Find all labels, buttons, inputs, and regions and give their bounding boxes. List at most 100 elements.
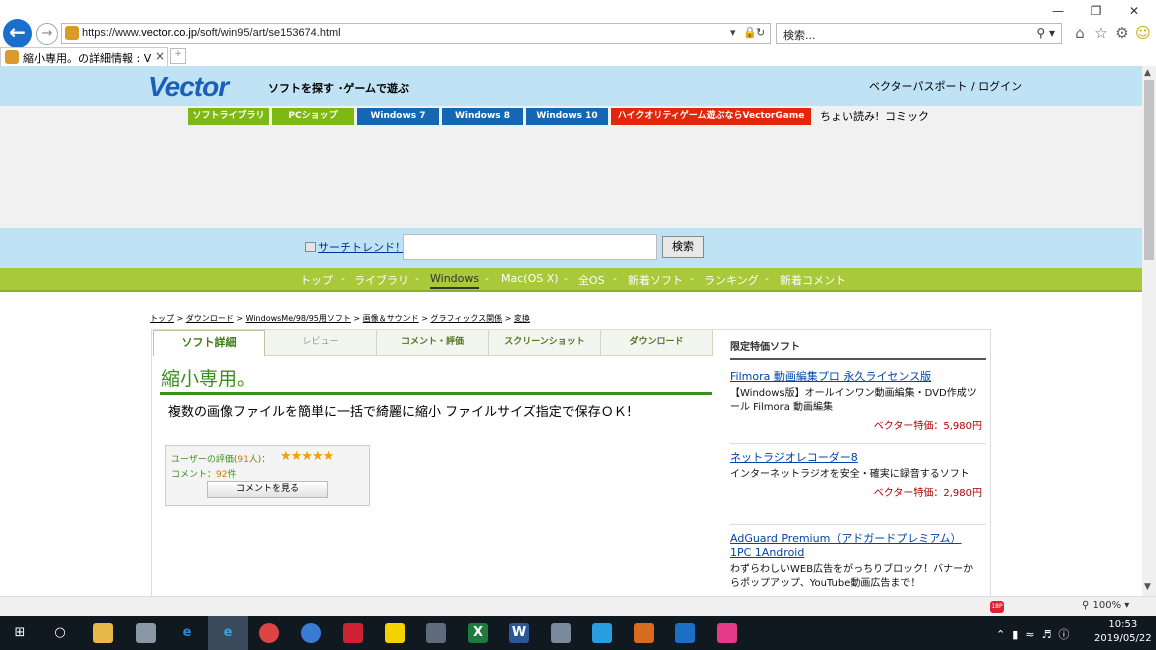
offer-title-link[interactable]: AdGuard Premium（アドガードプレミアム） 1PC 1Android bbox=[730, 532, 982, 560]
software-title: 縮小専用。 bbox=[161, 368, 257, 390]
tab-review[interactable]: レビュー bbox=[265, 330, 377, 356]
cortana-icon[interactable]: ○ bbox=[50, 623, 70, 643]
scrollbar-thumb[interactable] bbox=[1144, 80, 1154, 260]
zoom-level[interactable]: ⚲ 100% ▾ bbox=[1082, 600, 1129, 611]
gnav-item-new-soft[interactable]: 新着ソフト bbox=[628, 272, 683, 288]
search-icon[interactable]: ⚲ ▾ bbox=[1036, 26, 1055, 40]
view-comments-button[interactable]: コメントを見る bbox=[207, 481, 328, 498]
page-scrollbar[interactable]: ▲ ▼ bbox=[1142, 66, 1156, 596]
nav-button-pc-shop[interactable]: PCショップ bbox=[272, 108, 354, 125]
system-tray[interactable]: ⌃ ▮ ≈ ♬ ⓘ bbox=[996, 626, 1069, 642]
gnav-separator: - bbox=[341, 272, 345, 285]
news-app-icon[interactable] bbox=[592, 623, 612, 643]
breadcrumb-link[interactable]: ダウンロード bbox=[186, 314, 234, 323]
gnav-item-library[interactable]: ライブラリ bbox=[354, 272, 409, 288]
toolbox-app-icon[interactable] bbox=[634, 623, 654, 643]
comment-count-label: コメント：92件 bbox=[171, 470, 237, 480]
tab-favicon-icon bbox=[5, 50, 19, 64]
browser-tab[interactable]: 縮小専用。の詳細情報 : Vect... × bbox=[0, 47, 168, 66]
vector-logo[interactable]: Vector bbox=[148, 71, 229, 103]
gear-icon[interactable]: ⚙ bbox=[1113, 24, 1131, 42]
address-bar[interactable]: https://www.vector.co.jp/soft/win95/art/… bbox=[61, 23, 771, 44]
search-trend-link[interactable]: サーチトレンド！ bbox=[305, 239, 406, 255]
site-search-button[interactable]: 検索 bbox=[662, 236, 704, 258]
breadcrumb-link[interactable]: 画像＆サウンド bbox=[363, 314, 419, 323]
scroll-down-icon[interactable]: ▼ bbox=[1144, 582, 1151, 592]
offer-price: ベクター特価：2,980円 bbox=[873, 488, 982, 499]
restore-icon[interactable]: ❐ bbox=[1076, 2, 1116, 20]
breadcrumb-link[interactable]: 変換 bbox=[514, 314, 530, 323]
globe-app-icon[interactable] bbox=[301, 623, 321, 643]
site-search-input[interactable] bbox=[403, 234, 657, 260]
tab-soft-detail[interactable]: ソフト詳細 bbox=[153, 330, 265, 356]
address-dropdown-icon[interactable]: ▾ bbox=[730, 26, 736, 39]
close-window-icon[interactable]: ✕ bbox=[1114, 2, 1154, 20]
detail-tabs: ソフト詳細 レビュー コメント・評価 スクリーンショット ダウンロード bbox=[153, 330, 713, 356]
offer-title-link[interactable]: Filmora 動画編集プロ 永久ライセンス版 bbox=[730, 370, 982, 384]
forward-button[interactable]: → bbox=[36, 23, 58, 45]
nav-button-windows8[interactable]: Windows 8 bbox=[442, 108, 523, 125]
chrome-icon[interactable] bbox=[259, 623, 279, 643]
offer-item: ネットラジオレコーダー8 インターネットラジオを安全・確実に録音するソフト ベク… bbox=[730, 451, 982, 499]
tab-comment-rating[interactable]: コメント・評価 bbox=[377, 330, 489, 356]
sidebar-divider bbox=[730, 524, 986, 525]
status-bar: 18P ⚲ 100% ▾ bbox=[0, 596, 1156, 616]
nav-link-choiyomi[interactable]: ちょい読み! bbox=[820, 108, 879, 125]
tab-screenshot[interactable]: スクリーンショット bbox=[489, 330, 601, 356]
nav-button-soft-library[interactable]: ソフトライブラリ bbox=[188, 108, 269, 125]
nav-button-windows7[interactable]: Windows 7 bbox=[357, 108, 439, 125]
offer-title-link[interactable]: ネットラジオレコーダー8 bbox=[730, 451, 982, 465]
software-catchphrase: 複数の画像ファイルを簡単に一括で綺麗に縮小 ファイルサイズ指定で保存ＯＫ! bbox=[168, 405, 632, 420]
gnav-separator: - bbox=[485, 272, 489, 285]
internet-explorer-icon[interactable]: e bbox=[218, 623, 238, 643]
breadcrumb-link[interactable]: トップ bbox=[150, 314, 174, 323]
snip-app-icon[interactable] bbox=[717, 623, 737, 643]
word-icon[interactable]: W bbox=[509, 623, 529, 643]
gnav-item-new-comment[interactable]: 新着コメント bbox=[780, 272, 846, 288]
refresh-icon[interactable]: ↻ bbox=[756, 26, 765, 39]
gnav-item-ranking[interactable]: ランキング bbox=[704, 272, 759, 288]
smiley-icon[interactable]: ☺ bbox=[1134, 24, 1152, 42]
gnav-separator: - bbox=[765, 272, 769, 285]
file-explorer-icon[interactable] bbox=[93, 623, 113, 643]
offer-item: AdGuard Premium（アドガードプレミアム） 1PC 1Android… bbox=[730, 532, 982, 591]
photos-app-icon[interactable] bbox=[136, 623, 156, 643]
back-button[interactable]: ← bbox=[3, 19, 32, 48]
site-favicon-icon bbox=[65, 26, 79, 40]
login-link[interactable]: ベクターパスポート / ログイン bbox=[869, 78, 1022, 94]
gnav-item-windows[interactable]: Windows bbox=[430, 272, 480, 289]
home-icon[interactable]: ⌂ bbox=[1071, 24, 1089, 42]
browser-chrome: — ❐ ✕ ← → https://www.vector.co.jp/soft/… bbox=[0, 0, 1156, 66]
remote-desktop-icon[interactable] bbox=[675, 623, 695, 643]
minimize-icon[interactable]: — bbox=[1038, 2, 1078, 20]
gnav-item-all-os[interactable]: 全OS bbox=[578, 272, 605, 288]
star-icon[interactable]: ☆ bbox=[1092, 24, 1110, 42]
paint-palette-icon[interactable] bbox=[551, 623, 571, 643]
breadcrumb-link[interactable]: WindowsMe/98/95用ソフト bbox=[246, 314, 351, 323]
paint-app-icon[interactable] bbox=[343, 623, 363, 643]
sticky-notes-icon[interactable] bbox=[385, 623, 405, 643]
detail-panel: ソフト詳細 レビュー コメント・評価 スクリーンショット ダウンロード 縮小専用… bbox=[151, 329, 991, 596]
browser-search-input[interactable]: 検索... ⚲ ▾ bbox=[776, 23, 1062, 44]
excel-icon[interactable]: X bbox=[468, 623, 488, 643]
nav-link-comic[interactable]: コミック bbox=[885, 108, 929, 125]
special-offer-sidebar: 限定特価ソフト Filmora 動画編集プロ 永久ライセンス版 【Windows… bbox=[730, 338, 986, 589]
calculator-icon[interactable] bbox=[426, 623, 446, 643]
site-header: Vector ソフトを探す ･ゲームで遊ぶ ベクターパスポート / ログイン bbox=[0, 66, 1142, 106]
edge-icon[interactable]: e bbox=[177, 623, 197, 643]
gnav-item-mac[interactable]: Mac(OS X) bbox=[501, 272, 559, 285]
nav-button-windows10[interactable]: Windows 10 bbox=[526, 108, 608, 125]
nav-button-vectorgame[interactable]: ハイクオリティゲーム遊ぶならVectorGame bbox=[611, 108, 811, 125]
windows-start-icon[interactable]: ⊞ bbox=[10, 623, 30, 643]
breadcrumb-link[interactable]: グラフィックス関係 bbox=[430, 314, 502, 323]
lock-icon[interactable]: 🔒 bbox=[743, 26, 757, 39]
gnav-separator: - bbox=[690, 272, 694, 285]
scroll-up-icon[interactable]: ▲ bbox=[1144, 68, 1151, 78]
close-tab-icon[interactable]: × bbox=[155, 49, 165, 63]
new-tab-icon[interactable]: + bbox=[170, 48, 186, 64]
offer-price: ベクター特価：5,980円 bbox=[873, 421, 982, 432]
offer-item: Filmora 動画編集プロ 永久ライセンス版 【Windows版】オールインワ… bbox=[730, 370, 982, 432]
gnav-item-top[interactable]: トップ bbox=[300, 272, 333, 288]
tab-download[interactable]: ダウンロード bbox=[601, 330, 713, 356]
system-clock[interactable]: 10:53 2019/05/22 bbox=[1094, 618, 1152, 646]
